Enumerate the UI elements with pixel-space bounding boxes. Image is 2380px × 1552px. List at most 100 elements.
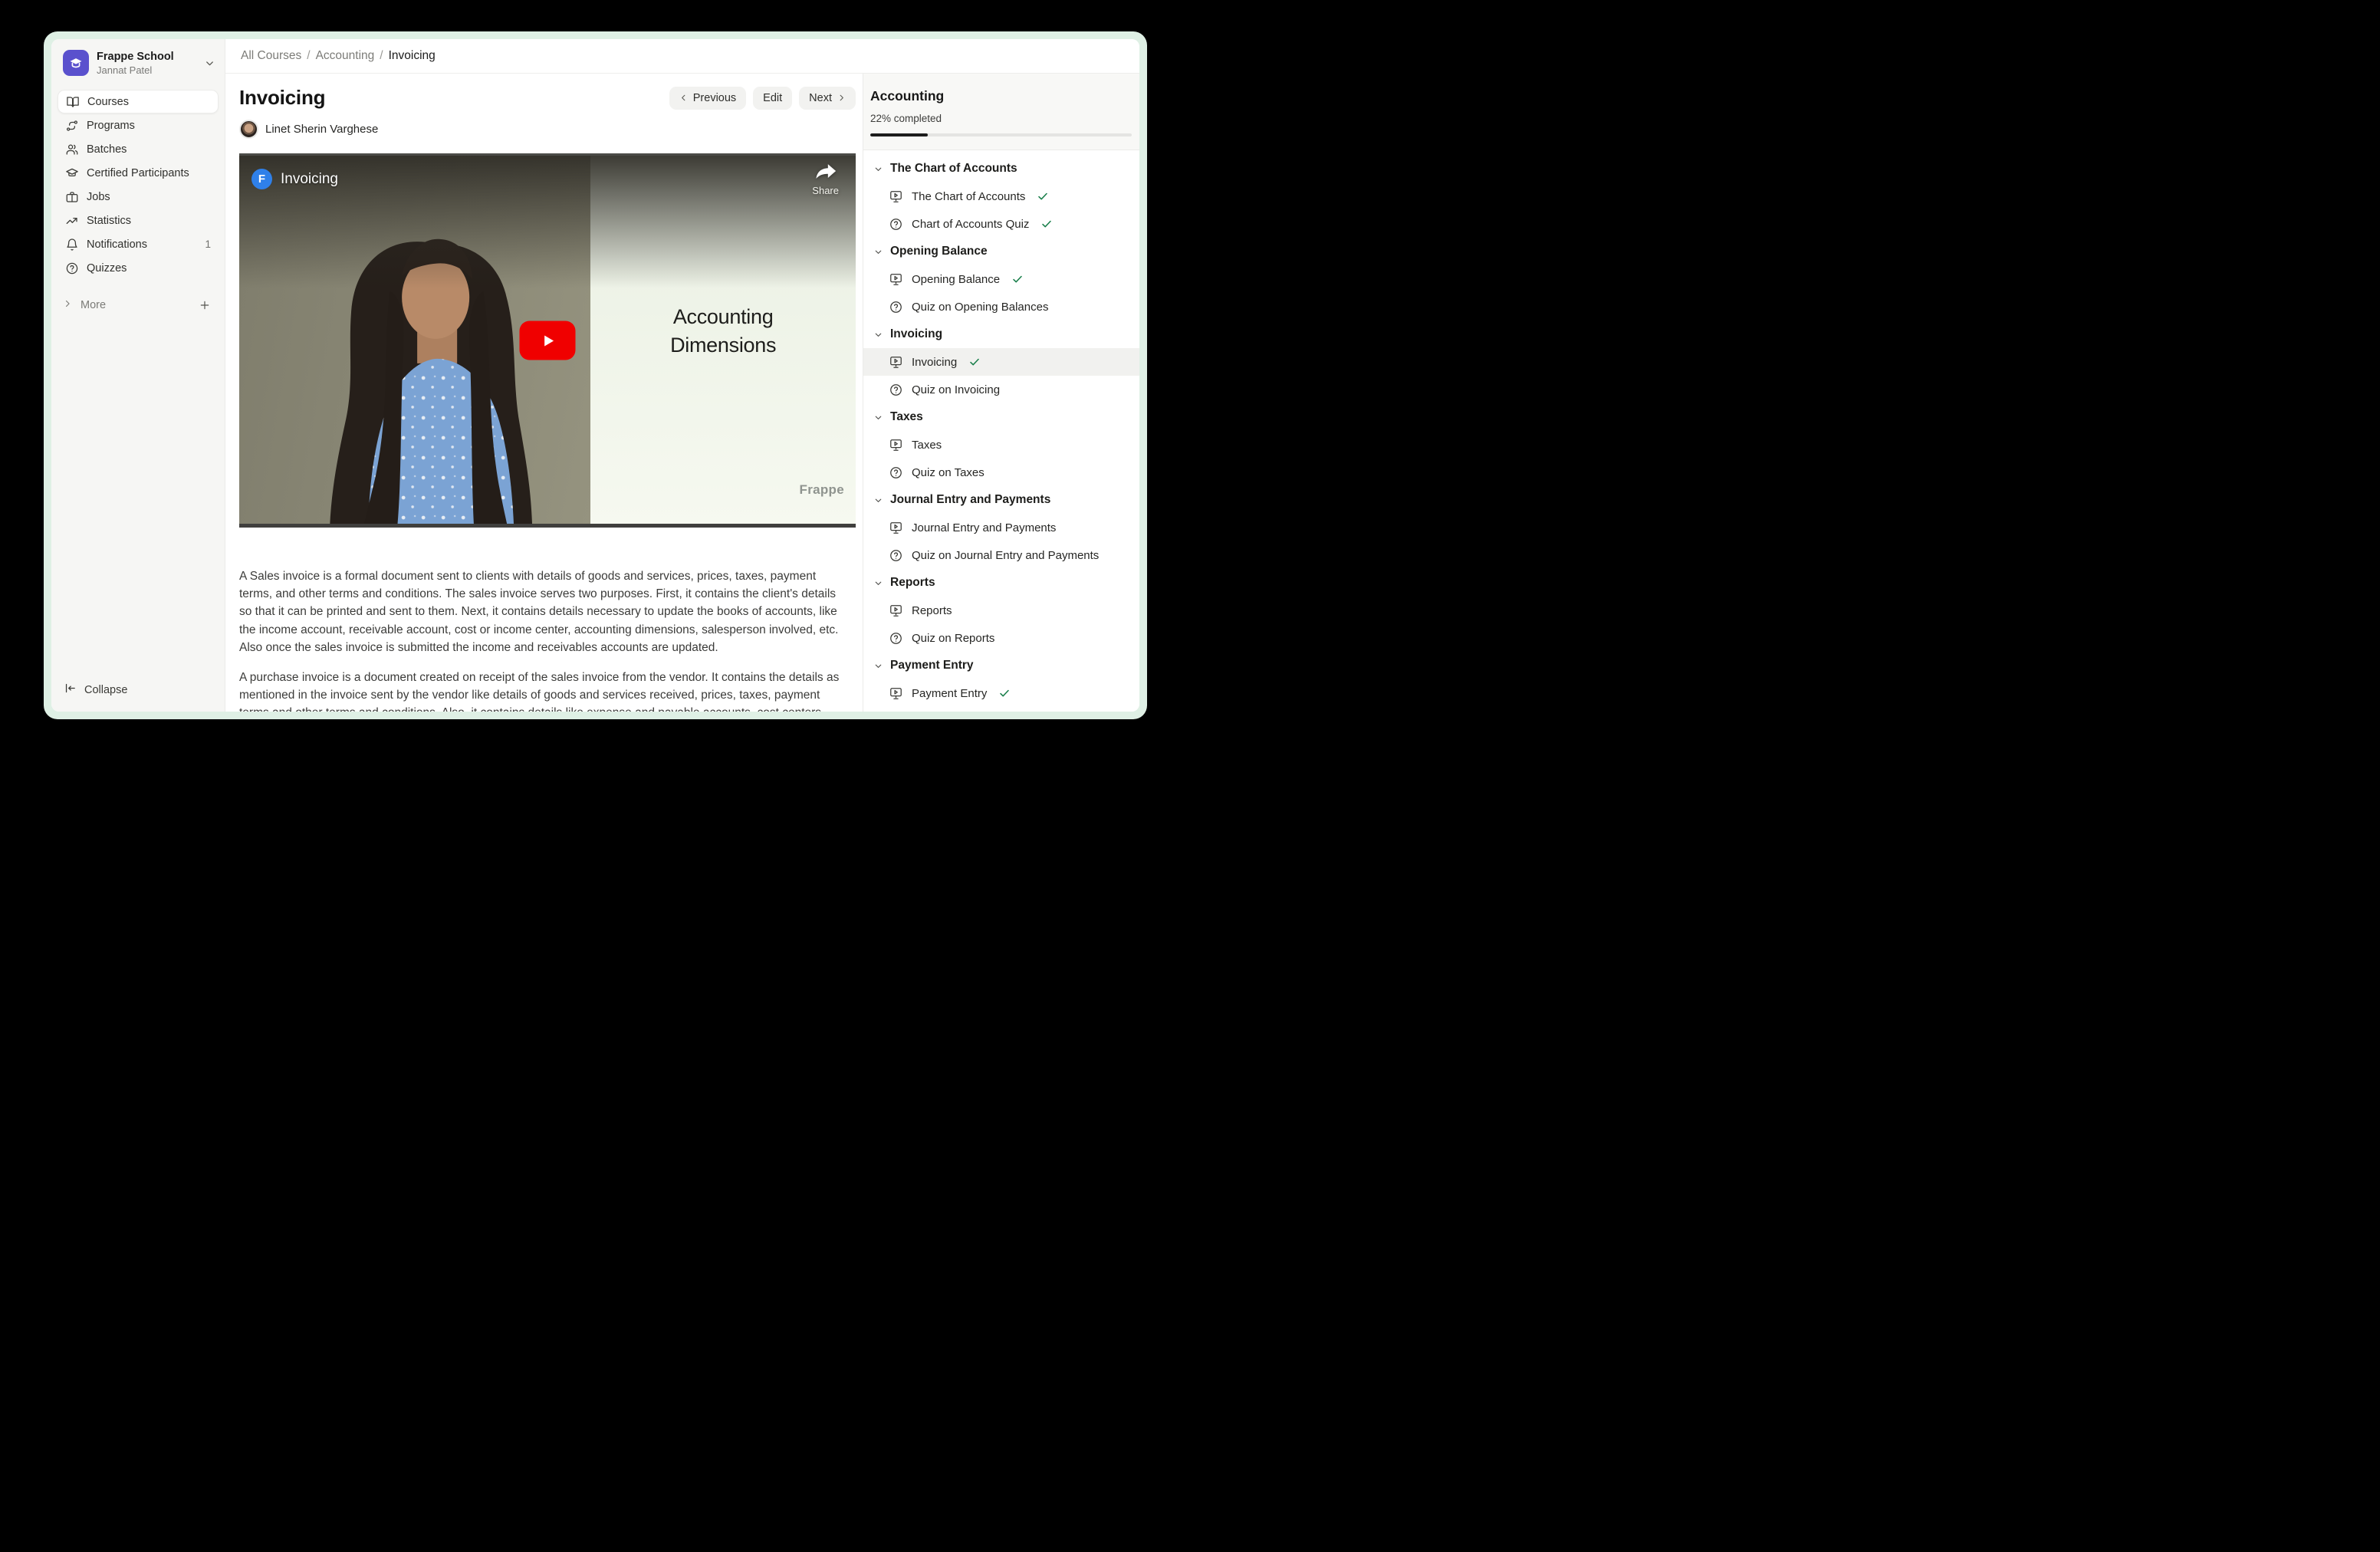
outline-item-payment-entry[interactable]: Payment Entry [863, 679, 1139, 707]
outline-list: The Chart of Accounts The Chart of Accoun… [863, 150, 1139, 712]
share-button[interactable]: Share [812, 163, 839, 196]
sidebar-item-label: Statistics [87, 215, 131, 227]
school-user-name: Jannat Patel [97, 64, 196, 76]
briefcase-icon [65, 190, 79, 204]
sidebar-item-label: Courses [87, 96, 129, 108]
outline-section-opening-balance[interactable]: Opening Balance [863, 238, 1139, 265]
question-circle-icon [889, 548, 903, 563]
lesson-paragraph: A purchase invoice is a document created… [239, 669, 842, 712]
collapse-icon [64, 682, 77, 698]
chevron-down-icon[interactable] [204, 58, 215, 69]
video-title[interactable]: Invoicing [281, 171, 338, 188]
play-button[interactable] [520, 321, 576, 360]
sidebar-item-jobs[interactable]: Jobs [58, 185, 219, 209]
outline-item-quiz-on-invoicing[interactable]: Quiz on Invoicing [863, 376, 1139, 403]
outline-item-label: Opening Balance [912, 273, 1000, 286]
outline-item-reports[interactable]: Reports [863, 597, 1139, 624]
outline-section-invoicing[interactable]: Invoicing [863, 321, 1139, 348]
chevron-down-icon [873, 247, 883, 257]
sidebar-item-courses[interactable]: Courses [58, 90, 219, 113]
chevron-right-icon [62, 298, 73, 312]
sidebar-item-batches[interactable]: Batches [58, 137, 219, 161]
sidebar-item-notifications[interactable]: Notifications1 [58, 232, 219, 256]
outline-item-label: The Chart of Accounts [912, 190, 1025, 203]
app-frame: Frappe School Jannat Patel Courses Progra… [44, 31, 1147, 719]
video-player[interactable]: Accounting Dimensions F Invoicing [239, 153, 856, 528]
check-icon [1037, 190, 1049, 202]
monitor-play-icon [889, 686, 903, 701]
outline-item-the-chart-of-accounts[interactable]: The Chart of Accounts [863, 182, 1139, 210]
plus-icon[interactable] [199, 299, 211, 311]
outline-section-reports[interactable]: Reports [863, 569, 1139, 597]
avatar [239, 120, 258, 139]
outline-item-label: Quiz on Reports [912, 632, 994, 645]
course-title: Accounting [870, 88, 1132, 104]
outline-item-quiz-on-journal-entry-and-payments[interactable]: Quiz on Journal Entry and Payments [863, 541, 1139, 569]
school-logo [63, 50, 89, 76]
outline-item-invoicing[interactable]: Invoicing [863, 348, 1139, 376]
outline-section-taxes[interactable]: Taxes [863, 403, 1139, 431]
course-outline-header: Accounting 22% completed [863, 74, 1139, 150]
school-name: Frappe School [97, 51, 196, 63]
course-progress-fill [870, 133, 928, 136]
outline-section-payment-entry[interactable]: Payment Entry [863, 652, 1139, 679]
outline-item-quiz-on-taxes[interactable]: Quiz on Taxes [863, 459, 1139, 486]
outline-section-the-chart-of-accounts[interactable]: The Chart of Accounts [863, 155, 1139, 182]
breadcrumb-all-courses[interactable]: All Courses [241, 49, 301, 63]
outline-item-label: Quiz on Journal Entry and Payments [912, 549, 1099, 562]
monitor-play-icon [889, 603, 903, 618]
outline-section-title: Reports [890, 576, 935, 590]
play-icon [537, 330, 557, 350]
sidebar-item-quizzes[interactable]: Quizzes [58, 256, 219, 280]
school-switcher[interactable]: Frappe School Jannat Patel [51, 39, 225, 85]
lesson-paragraph: A Sales invoice is a formal document sen… [239, 567, 842, 656]
course-progress-bar [870, 133, 1132, 136]
outline-item-quiz-on-reports[interactable]: Quiz on Reports [863, 624, 1139, 652]
sidebar: Frappe School Jannat Patel Courses Progra… [51, 39, 225, 712]
video-progress-track[interactable] [239, 524, 856, 528]
outline-item-label: Invoicing [912, 356, 957, 369]
sidebar-item-certified-participants[interactable]: Certified Participants [58, 161, 219, 185]
outline-item-chart-of-accounts-quiz[interactable]: Chart of Accounts Quiz [863, 210, 1139, 238]
check-icon [968, 356, 981, 368]
outline-section-title: The Chart of Accounts [890, 162, 1017, 176]
chevron-left-icon [679, 94, 688, 102]
outline-item-taxes[interactable]: Taxes [863, 431, 1139, 459]
previous-button[interactable]: Previous [669, 87, 746, 110]
sidebar-item-label: Programs [87, 120, 135, 132]
breadcrumb-accounting[interactable]: Accounting [316, 49, 375, 63]
chevron-down-icon [873, 578, 883, 588]
question-circle-icon [889, 217, 903, 232]
outline-item-quiz-on-opening-balances[interactable]: Quiz on Opening Balances [863, 293, 1139, 321]
outline-item-opening-balance[interactable]: Opening Balance [863, 265, 1139, 293]
monitor-play-icon [889, 189, 903, 204]
edit-button[interactable]: Edit [753, 87, 792, 110]
outline-item-label: Quiz on Opening Balances [912, 301, 1048, 314]
next-button[interactable]: Next [799, 87, 856, 110]
chevron-down-icon [873, 413, 883, 423]
sidebar-collapse-button[interactable]: Collapse [51, 669, 225, 712]
outline-section-title: Taxes [890, 410, 923, 424]
breadcrumb-current: Invoicing [389, 49, 436, 63]
outline-section-journal-entry-and-payments[interactable]: Journal Entry and Payments [863, 486, 1139, 514]
monitor-play-icon [889, 355, 903, 370]
course-progress-label: 22% completed [870, 113, 1132, 124]
breadcrumb: All Courses / Accounting / Invoicing [225, 39, 1139, 74]
outline-item-label: Quiz on Invoicing [912, 383, 1000, 396]
notification-count-badge: 1 [205, 238, 211, 250]
channel-avatar[interactable]: F [251, 169, 272, 189]
check-icon [1011, 273, 1024, 285]
question-circle-icon [889, 465, 903, 480]
share-icon [814, 163, 837, 179]
page-title: Invoicing [239, 86, 325, 110]
author-name: Linet Sherin Varghese [265, 123, 378, 136]
app-window: Frappe School Jannat Patel Courses Progra… [51, 39, 1139, 712]
outline-item-journal-entry-and-payments[interactable]: Journal Entry and Payments [863, 514, 1139, 541]
sidebar-item-statistics[interactable]: Statistics [58, 209, 219, 232]
sidebar-more[interactable]: More [51, 294, 225, 317]
sidebar-item-programs[interactable]: Programs [58, 113, 219, 137]
outline-section-title: Invoicing [890, 327, 942, 341]
video-slide: Accounting Dimensions [590, 153, 856, 528]
more-label: More [81, 299, 106, 311]
book-open-icon [66, 95, 80, 109]
